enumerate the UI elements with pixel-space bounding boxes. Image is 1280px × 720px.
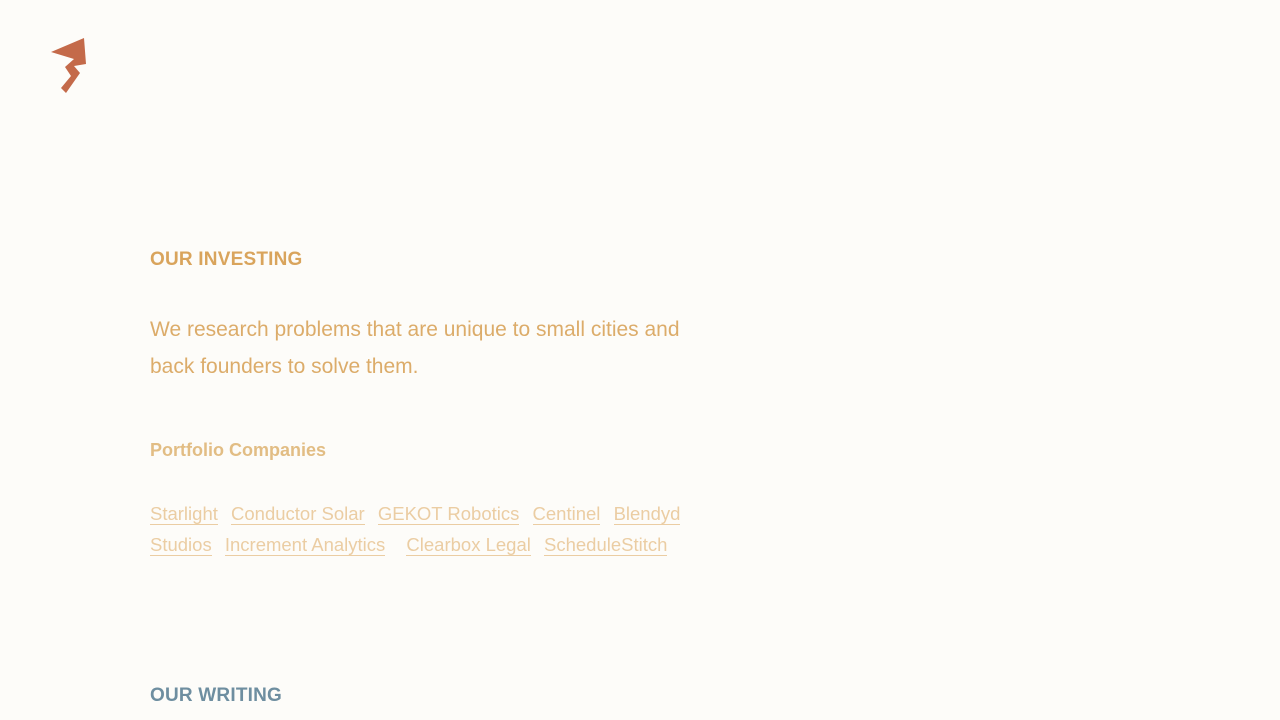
portfolio-link-schedulestitch[interactable]: ScheduleStitch xyxy=(544,534,668,556)
portfolio-link-increment-analytics[interactable]: Increment Analytics xyxy=(224,534,386,556)
investing-section: OUR INVESTING We research problems that … xyxy=(150,249,720,560)
portfolio-link-conductor-solar[interactable]: Conductor Solar xyxy=(231,503,365,525)
portfolio-heading: Portfolio Companies xyxy=(150,440,327,460)
lightning-bolt-logo-icon xyxy=(51,38,86,93)
portfolio-list: Starlight Conductor Solar GEKOT Robotics… xyxy=(150,498,695,560)
writing-section: OUR WRITING xyxy=(150,685,282,707)
portfolio-link-gekot-robotics[interactable]: GEKOT Robotics xyxy=(377,503,520,525)
home-logo-link[interactable] xyxy=(50,37,88,95)
portfolio-link-centinel[interactable]: Centinel xyxy=(532,503,601,525)
portfolio-link-starlight[interactable]: Starlight xyxy=(150,503,218,525)
portfolio-link-clearbox-legal[interactable]: Clearbox Legal xyxy=(406,534,531,556)
writing-heading: OUR WRITING xyxy=(150,685,283,706)
page: OUR INVESTING We research problems that … xyxy=(0,0,1280,720)
investing-heading: OUR INVESTING xyxy=(150,249,303,270)
investing-lede: We research problems that are unique to … xyxy=(150,318,680,378)
